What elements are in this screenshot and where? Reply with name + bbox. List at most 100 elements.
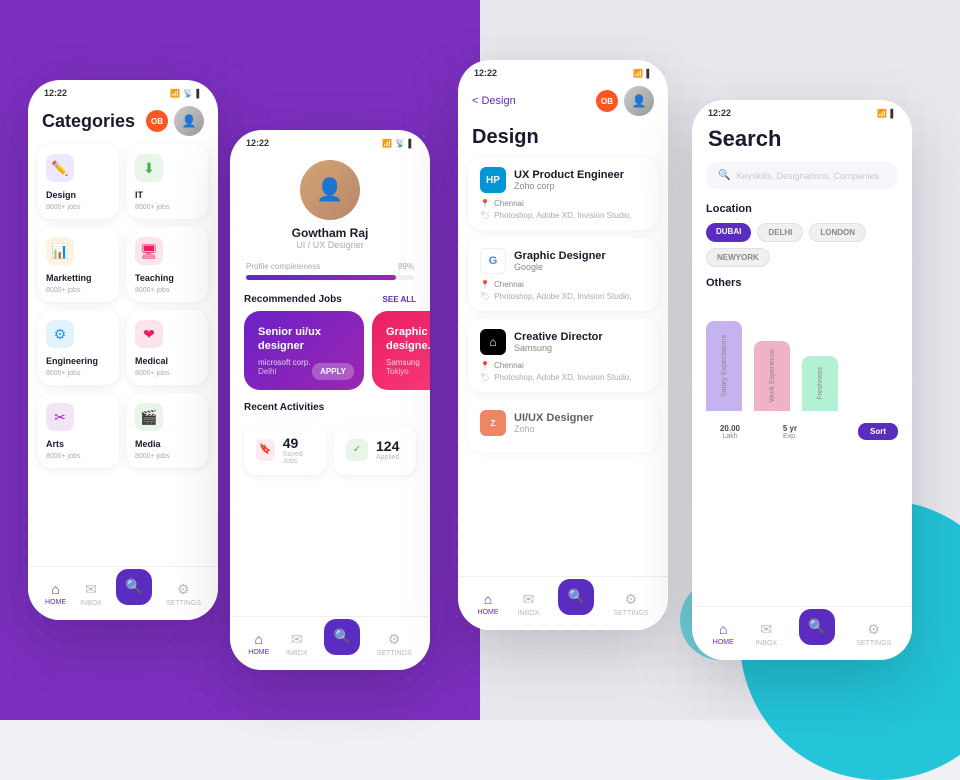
inbox-icon-2: ✉: [291, 631, 303, 648]
bottom-nav-1: ⌂ HOME ✉ INBOX 🔍 ⚙ SETTINGS: [28, 566, 218, 620]
nav-search-btn-3[interactable]: 🔍: [558, 579, 594, 615]
bar-chart: Salary Expectations Work Experience Fres…: [706, 299, 898, 419]
nav-settings-2[interactable]: ⚙ SETTINGS: [377, 631, 412, 657]
nav-settings-1[interactable]: ⚙ SETTINGS: [166, 581, 201, 607]
hp-logo: HP: [480, 167, 506, 193]
phone-search: 12:22 📶 ▌ Search 🔍 Keyskills, Designatio…: [692, 100, 912, 660]
nav-search-btn-1[interactable]: 🔍: [116, 569, 152, 605]
tag-dubai[interactable]: DUBAI: [706, 223, 751, 242]
job-listing-zoho[interactable]: Z UI/UX Designer Zoho: [468, 400, 658, 452]
cat-name-medical: Medical: [135, 356, 200, 366]
nav-inbox-3[interactable]: ✉ INBOX: [518, 591, 540, 617]
nav-search-btn-4[interactable]: 🔍: [799, 609, 835, 645]
apple-job-info: Creative Director Samsung: [514, 331, 603, 353]
jobs-scroll: Senior ui/ux designer microsoft corp. De…: [230, 311, 430, 390]
applied-label: Applied: [376, 454, 399, 461]
settings-icon-3: ⚙: [625, 591, 638, 608]
progress-label: Profile completeness 89%: [246, 262, 414, 271]
cat-card-medical[interactable]: ❤ Medical 8000+ jobs: [127, 310, 208, 385]
freshness-label: Freshness: [817, 367, 824, 400]
search-icon-2: 🔍: [333, 628, 350, 645]
wifi-icon-2: 📡: [395, 139, 405, 148]
back-button[interactable]: < Design: [472, 95, 516, 107]
nav-home-1[interactable]: ⌂ HOME: [45, 581, 66, 606]
nav-inbox-label-2: INBOX: [286, 650, 308, 657]
categories-grid: ✏️ Design 8000+ jobs ⬇ IT 8000+ jobs 📊 M…: [28, 144, 218, 468]
job-listing-hp[interactable]: HP UX Product Engineer Zoho corp 📍 Chenn…: [468, 157, 658, 230]
search-icon-3: 🔍: [568, 588, 585, 605]
phone-design: 12:22 📶 ▌ < Design OB 👤 Design HP UX Pro…: [458, 60, 668, 630]
cat-jobs-teaching: 8000+ jobs: [135, 287, 200, 294]
cat-jobs-it: 8000+ jobs: [135, 204, 200, 211]
location-pin-icon: 📍: [480, 199, 490, 208]
inbox-icon-4: ✉: [760, 621, 772, 638]
apple-city: Chennai: [494, 361, 524, 370]
cat-card-video[interactable]: 🎬 Media 8000+ jobs: [127, 393, 208, 468]
search-icon-4: 🔍: [718, 170, 730, 181]
google-logo: G: [480, 248, 506, 274]
design-icon: ✏️: [46, 154, 74, 182]
header-right: OB 👤: [146, 106, 204, 136]
nav-inbox-4[interactable]: ✉ INBOX: [755, 621, 777, 647]
phone3-header: < Design OB 👤: [458, 82, 668, 126]
recent-section: Recent Activities 🔖 49 Saved Jobs ✓ 124 …: [230, 390, 430, 475]
nav-inbox-1[interactable]: ✉ INBOX: [80, 581, 102, 607]
progress-bar-fill: [246, 275, 396, 280]
applied-count: 124: [376, 438, 399, 454]
location-pin-icon-2: 📍: [480, 280, 490, 289]
scissors-icon: ✂: [46, 403, 74, 431]
profile-section: 👤 Gowtham Raj UI / UX Designer: [230, 152, 430, 262]
cat-card-it[interactable]: ⬇ IT 8000+ jobs: [127, 144, 208, 219]
see-all-btn[interactable]: SEE ALL: [383, 295, 416, 304]
nav-settings-4[interactable]: ⚙ SETTINGS: [856, 621, 891, 647]
job-listing-apple[interactable]: ⌂ Creative Director Samsung 📍 Chennai 🏷 …: [468, 319, 658, 392]
search-input-box[interactable]: 🔍 Keyskills, Designations, Companies: [706, 162, 898, 189]
progress-bar-bg: [246, 275, 414, 280]
nav-home-2[interactable]: ⌂ HOME: [248, 631, 269, 656]
tag-newyork[interactable]: NEWYORK: [706, 248, 770, 267]
job-title-1: Senior ui/ux designer: [258, 325, 350, 354]
hp-skills: Photoshop, Adobe XD, Invision Studio,: [494, 211, 631, 220]
sort-button[interactable]: Sort: [858, 423, 898, 440]
home-icon-4: ⌂: [719, 621, 727, 637]
google-tags: 🏷 Photoshop, Adobe XD, Invision Studio,: [480, 292, 646, 301]
nav-home-4[interactable]: ⌂ HOME: [713, 621, 734, 646]
cat-jobs-design: 8000+ jobs: [46, 204, 111, 211]
job-company-2: Samsung: [386, 358, 430, 367]
phone1-header: Categories OB 👤: [28, 102, 218, 144]
progress-value: 89%: [398, 262, 414, 271]
recommended-title: Recommended Jobs: [244, 294, 342, 305]
statusbar-4: 12:22 📶 ▌: [692, 100, 912, 122]
tags-icon-3: 🏷: [480, 373, 490, 382]
cat-card-teaching[interactable]: 🖥 Teaching 8000+ jobs: [127, 227, 208, 302]
apply-button[interactable]: APPLY: [312, 363, 354, 380]
statusbar-2: 12:22 📶 📡 ▌: [230, 130, 430, 152]
nav-inbox-2[interactable]: ✉ INBOX: [286, 631, 308, 657]
cat-card-marketing[interactable]: 📊 Marketting 8000+ jobs: [38, 227, 119, 302]
nav-search-btn-2[interactable]: 🔍: [324, 619, 360, 655]
cat-card-scissors[interactable]: ✂ Arts 8000+ jobs: [38, 393, 119, 468]
nav-settings-3[interactable]: ⚙ SETTINGS: [613, 591, 648, 617]
hp-city: Chennai: [494, 199, 524, 208]
nav-home-label-3: HOME: [478, 609, 499, 616]
job-listing-google[interactable]: G Graphic Designer Google 📍 Chennai 🏷 Ph…: [468, 238, 658, 311]
tag-delhi[interactable]: DELHI: [757, 223, 803, 242]
cat-jobs-video: 8000+ jobs: [135, 453, 200, 460]
applied-card[interactable]: ✓ 124 Applied: [334, 425, 416, 475]
cat-card-engineering[interactable]: ⚙ Engineering 8000+ jobs: [38, 310, 119, 385]
cat-name-video: Media: [135, 439, 200, 449]
job-card-pink[interactable]: Graphic designe... Samsung Tokiyo: [372, 311, 430, 390]
job-card-purple[interactable]: Senior ui/ux designer microsoft corp. De…: [244, 311, 364, 390]
tags-icon-2: 🏷: [480, 292, 490, 301]
nav-home-3[interactable]: ⌂ HOME: [478, 591, 499, 616]
avatar-3[interactable]: 👤: [624, 86, 654, 116]
others-title: Others: [706, 277, 898, 289]
hp-job-title: UX Product Engineer: [514, 169, 624, 181]
profile-role: UI / UX Designer: [296, 240, 364, 250]
avatar[interactable]: 👤: [174, 106, 204, 136]
tag-london[interactable]: LONDON: [809, 223, 866, 242]
apple-skills: Photoshop, Adobe XD, Invision Studio,: [494, 373, 631, 382]
saved-jobs-card[interactable]: 🔖 49 Saved Jobs: [244, 425, 326, 475]
cat-card-design[interactable]: ✏️ Design 8000+ jobs: [38, 144, 119, 219]
search-placeholder: Keyskills, Designations, Companies: [736, 171, 879, 181]
